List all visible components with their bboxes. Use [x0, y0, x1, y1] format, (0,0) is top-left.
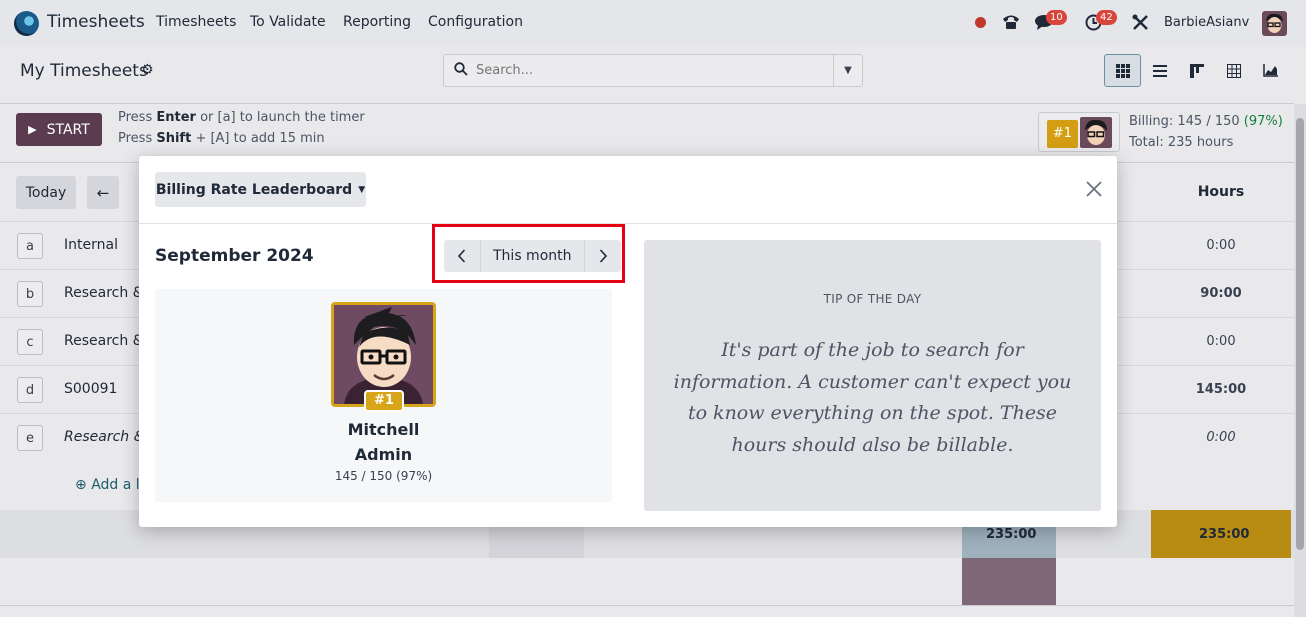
tip-text: It's part of the job to search for infor… — [673, 339, 1072, 456]
arrow-left-icon: ← — [96, 183, 110, 202]
total-value-hours: 235:00 — [1199, 527, 1250, 542]
row-hours: 0:00 — [1206, 334, 1236, 349]
start-timer-button[interactable]: ▶ START — [16, 113, 102, 146]
add-line-link[interactable]: ⊕ Add a l — [75, 477, 140, 493]
top-navbar: Timesheets Timesheets To Validate Report… — [0, 0, 1306, 46]
bottom-divider — [0, 605, 1294, 606]
billing-leaderboard-widget[interactable]: #1 — [1038, 112, 1120, 152]
kanban-view-button[interactable] — [1178, 54, 1215, 87]
hours-column-header: Hours — [1197, 184, 1245, 200]
row-label[interactable]: Research & — [64, 429, 145, 445]
activities-badge: 42 — [1096, 10, 1117, 25]
previous-period-button[interactable]: ← — [87, 176, 119, 209]
leader-score: 145 / 150 (97%) — [334, 469, 433, 483]
page-title: My Timesheets — [20, 61, 148, 81]
record-status-icon[interactable] — [975, 17, 986, 28]
row-hours: 90:00 — [1200, 286, 1242, 301]
row-label[interactable]: S00091 — [64, 381, 117, 397]
row-key[interactable]: e — [17, 425, 43, 451]
play-icon: ▶ — [28, 123, 37, 136]
menu-to-validate[interactable]: To Validate — [250, 14, 326, 30]
today-button[interactable]: Today — [16, 176, 76, 209]
row-key[interactable]: b — [17, 281, 43, 307]
row-key[interactable]: d — [17, 377, 43, 403]
caret-down-icon: ▼ — [358, 184, 366, 195]
search-input[interactable] — [476, 55, 831, 86]
billing-user-avatar — [1080, 117, 1112, 148]
timer-hint-line1: Press Enter or [a] to launch the timer — [118, 110, 365, 125]
billing-rate-text: Billing: 145 / 150 (97%) — [1129, 114, 1283, 129]
row-label[interactable]: Internal — [64, 237, 118, 253]
leader-first-name: Mitchell — [347, 420, 420, 439]
dropdown-label: Billing Rate Leaderboard — [155, 181, 353, 198]
user-avatar[interactable] — [1262, 11, 1287, 36]
leader-rank-badge: #1 — [364, 390, 404, 412]
row-label[interactable]: Research & — [64, 333, 144, 349]
billing-rank-badge: #1 — [1047, 120, 1078, 148]
messages-badge: 10 — [1046, 10, 1067, 25]
period-title: September 2024 — [155, 246, 314, 266]
start-label: START — [46, 121, 90, 138]
timer-hint-line2: Press Shift + [A] to add 15 min — [118, 131, 325, 146]
dialog-header: Billing Rate Leaderboard ▼ — [139, 156, 1117, 224]
row-key[interactable]: c — [17, 329, 43, 355]
gear-icon[interactable]: ⚙ — [141, 62, 154, 78]
list-view-button[interactable] — [1141, 54, 1178, 87]
grid-view-button[interactable] — [1104, 54, 1141, 87]
graph-view-icon — [1263, 64, 1278, 77]
menu-timesheets[interactable]: Timesheets — [156, 14, 236, 30]
phone-icon[interactable] — [1001, 13, 1021, 31]
tip-of-the-day: TIP OF THE DAY It's part of the job to s… — [644, 240, 1101, 511]
kanban-view-icon — [1189, 63, 1204, 78]
highlight-box — [432, 224, 625, 283]
row-hours: 0:00 — [1206, 238, 1236, 253]
hours-bar — [962, 558, 1056, 606]
billing-total-text: Total: 235 hours — [1129, 135, 1234, 150]
row-key[interactable]: a — [17, 233, 43, 259]
search-bar: ▼ — [443, 54, 863, 87]
tip-title: TIP OF THE DAY — [823, 292, 922, 306]
close-icon[interactable] — [1083, 178, 1105, 200]
list-view-icon — [1152, 64, 1167, 77]
app-logo-icon[interactable] — [14, 11, 39, 36]
leaderboard-dialog: Billing Rate Leaderboard ▼ September 202… — [139, 156, 1117, 527]
row-label[interactable]: Research & — [64, 285, 144, 301]
menu-configuration[interactable]: Configuration — [428, 14, 523, 30]
leader-last-name: Admin — [354, 445, 413, 464]
total-value-week: 235:00 — [986, 527, 1037, 542]
search-icon — [454, 62, 468, 76]
search-options-toggle[interactable]: ▼ — [833, 55, 862, 86]
control-panel-divider — [0, 103, 1294, 104]
grid-view-icon — [1115, 63, 1130, 78]
menu-reporting[interactable]: Reporting — [343, 14, 411, 30]
leader-card: #1 Mitchell Admin 145 / 150 (97%) — [155, 289, 612, 502]
plus-circle-icon: ⊕ — [75, 477, 87, 493]
scrollbar-thumb[interactable] — [1296, 118, 1304, 550]
leaderboard-type-dropdown[interactable]: Billing Rate Leaderboard ▼ — [155, 172, 366, 207]
view-switcher — [1104, 54, 1289, 87]
row-hours: 145:00 — [1195, 382, 1247, 397]
row-hours: 0:00 — [1206, 430, 1236, 445]
app-name[interactable]: Timesheets — [47, 12, 145, 32]
pivot-view-icon — [1226, 63, 1241, 78]
graph-view-button[interactable] — [1252, 54, 1289, 87]
user-name[interactable]: BarbieAsianv — [1164, 15, 1249, 30]
pivot-view-button[interactable] — [1215, 54, 1252, 87]
tools-icon[interactable] — [1132, 14, 1149, 31]
